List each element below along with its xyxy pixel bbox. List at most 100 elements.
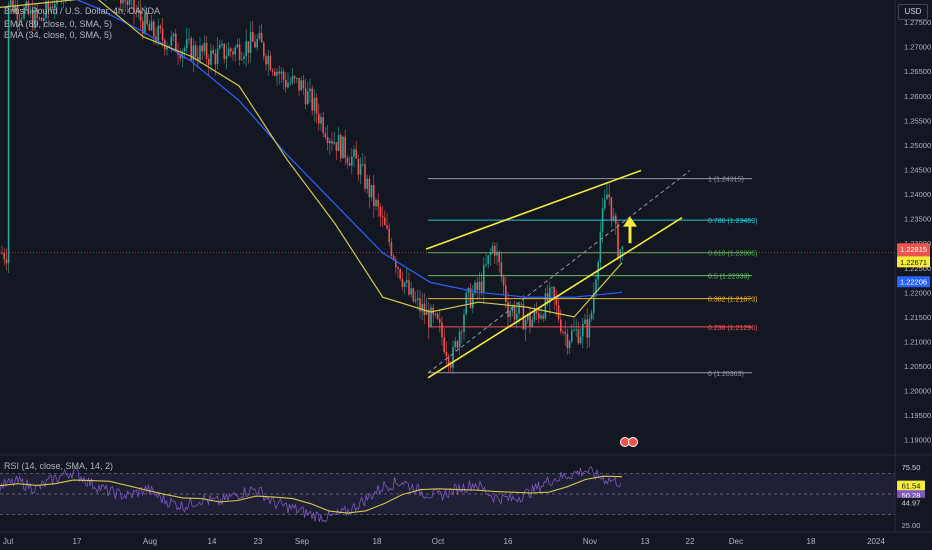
candle-body — [540, 315, 542, 319]
currency-button[interactable]: USD — [898, 4, 928, 20]
time-tick-label: Oct — [432, 537, 445, 546]
candle-body — [234, 47, 236, 55]
price-tick-label: 1.25000 — [904, 141, 931, 150]
candle-body — [573, 329, 575, 331]
candle-body — [461, 331, 463, 333]
candle-body — [1, 253, 3, 254]
candle-body — [401, 278, 404, 287]
candle-body — [377, 200, 379, 208]
price-tick-label: 1.19500 — [904, 411, 931, 420]
candle-body — [368, 178, 371, 198]
candle-body — [232, 51, 234, 55]
fib-label: 0.618 (1.22806) — [708, 251, 757, 258]
candle-body — [487, 255, 489, 265]
candle-body — [373, 185, 375, 206]
time-tick-label: Aug — [143, 537, 157, 546]
candle-body — [588, 319, 591, 338]
candle-body — [223, 43, 225, 59]
candle-body — [159, 25, 162, 29]
candle-body — [465, 292, 467, 315]
price-label: 1.22671 — [900, 258, 927, 267]
candle-body — [302, 80, 305, 89]
candle-body — [194, 45, 197, 57]
candle-body — [412, 288, 415, 302]
candle-body — [450, 364, 452, 368]
candle-body — [267, 55, 269, 65]
candle-body — [617, 223, 619, 259]
ema34-legend: EMA (34, close, 0, SMA, 5) — [4, 30, 113, 40]
candle-body — [518, 303, 520, 314]
candle-body — [353, 149, 355, 157]
fib-label: 0.5 (1.22339) — [708, 274, 750, 281]
price-tick-label: 1.27000 — [904, 43, 931, 52]
candle-body — [238, 44, 241, 60]
candle-body — [513, 307, 516, 320]
candle-body — [5, 259, 8, 264]
candle-body — [3, 253, 5, 260]
candle-body — [584, 319, 586, 324]
price-chart[interactable]: 1.275001.270001.265001.260001.255001.250… — [0, 0, 932, 550]
candle-body — [293, 76, 296, 79]
candle-body — [516, 313, 518, 320]
candle-body — [621, 246, 624, 250]
candle-body — [445, 351, 448, 357]
candle-body — [606, 194, 608, 200]
candle-body — [157, 25, 159, 42]
price-tick-label: 1.21500 — [904, 313, 931, 322]
candle-body — [348, 162, 351, 166]
candle-body — [397, 267, 399, 270]
candle-body — [188, 38, 190, 40]
candle-body — [443, 337, 445, 352]
candle-body — [265, 56, 267, 65]
candle-body — [586, 319, 588, 338]
candle-body — [608, 194, 610, 198]
candle-body — [263, 42, 265, 57]
candle-body — [390, 242, 393, 257]
candle-body — [612, 215, 615, 220]
candle-body — [183, 48, 186, 52]
candle-body — [498, 251, 500, 263]
candle-body — [458, 331, 461, 348]
candle-body — [531, 319, 533, 327]
candle-body — [256, 38, 258, 48]
candle-body — [375, 200, 377, 206]
price-tick-label: 1.23500 — [904, 215, 931, 224]
candle-body — [337, 135, 340, 151]
candle-body — [282, 71, 285, 80]
candle-body — [333, 142, 335, 144]
candle-body — [335, 142, 338, 151]
candle-body — [359, 164, 362, 175]
fib-label: 1 (1.24315) — [708, 177, 744, 184]
candle-body — [410, 288, 412, 295]
candle-body — [7, 5, 10, 264]
candle-body — [298, 78, 300, 91]
candle-body — [219, 45, 221, 49]
candle-body — [126, 0, 129, 5]
candle-body — [329, 140, 331, 144]
candle-body — [507, 302, 509, 317]
candle-body — [557, 305, 560, 320]
candle-body — [505, 285, 507, 303]
candle-body — [150, 21, 153, 31]
candle-body — [406, 280, 408, 283]
candle-body — [269, 55, 272, 70]
candle-body — [170, 36, 173, 46]
candle-body — [579, 336, 582, 344]
candle-body — [386, 225, 388, 229]
candle-body — [245, 41, 247, 57]
candle-body — [430, 307, 432, 327]
time-tick-label: Nov — [583, 537, 597, 546]
candle-body — [128, 0, 131, 5]
candle-body — [276, 71, 278, 76]
rsi-value-label: 75.50 — [902, 463, 921, 472]
candle-body — [10, 0, 12, 6]
candle-body — [287, 82, 289, 88]
price-tick-label: 1.21000 — [904, 337, 931, 346]
candle-body — [599, 231, 602, 263]
rsi-value-label: 44.97 — [902, 499, 921, 508]
candle-body — [403, 282, 406, 287]
candle-body — [571, 330, 573, 342]
candle-body — [280, 71, 283, 74]
candle-body — [582, 323, 584, 337]
candle-body — [318, 113, 320, 124]
